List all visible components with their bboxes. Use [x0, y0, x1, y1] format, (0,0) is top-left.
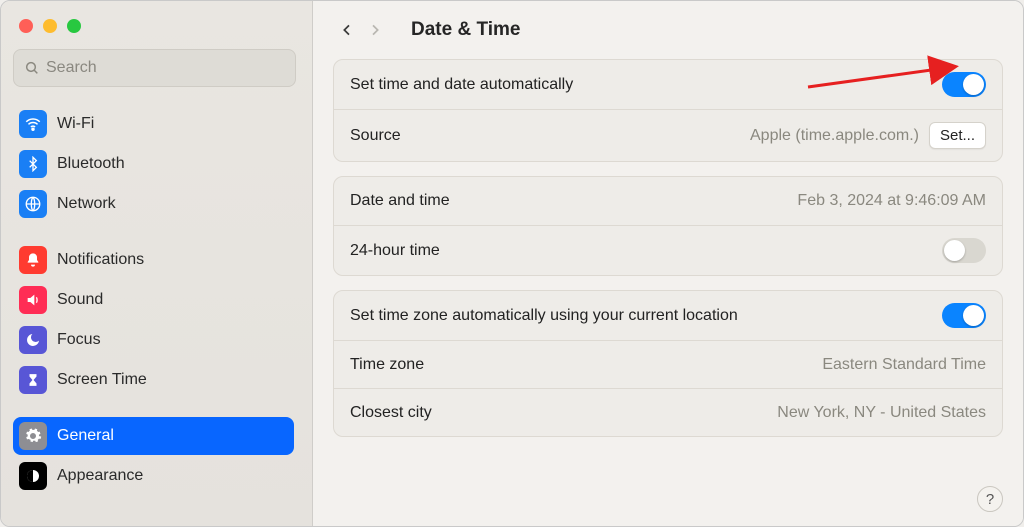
window-controls: [13, 13, 302, 47]
h24-label: 24-hour time: [350, 242, 440, 260]
sidebar-nav: Wi-Fi Bluetooth Network Notifications: [13, 103, 302, 526]
source-value: Apple (time.apple.com.): [750, 127, 919, 145]
minimize-window-button[interactable]: [43, 19, 57, 33]
content-pane: Date & Time Set time and date automatica…: [313, 1, 1023, 526]
panel-datetime: Date and time Feb 3, 2024 at 9:46:09 AM …: [333, 176, 1003, 276]
sidebar: Wi-Fi Bluetooth Network Notifications: [1, 1, 313, 526]
auto-time-toggle[interactable]: [942, 72, 986, 97]
city-value: New York, NY - United States: [777, 404, 986, 422]
tz-value: Eastern Standard Time: [822, 356, 986, 374]
moon-icon: [19, 326, 47, 354]
row-tz: Time zone Eastern Standard Time: [334, 340, 1002, 388]
page-title: Date & Time: [411, 19, 520, 41]
sidebar-label: Sound: [57, 291, 103, 309]
sidebar-label: Focus: [57, 331, 101, 349]
h24-toggle[interactable]: [942, 238, 986, 263]
appearance-icon: [19, 462, 47, 490]
globe-icon: [19, 190, 47, 218]
sidebar-label: Bluetooth: [57, 155, 125, 173]
sidebar-label: Notifications: [57, 251, 144, 269]
auto-time-label: Set time and date automatically: [350, 76, 573, 94]
sidebar-item-notifications[interactable]: Notifications: [13, 241, 294, 279]
search-icon: [24, 60, 40, 76]
sidebar-item-focus[interactable]: Focus: [13, 321, 294, 359]
zoom-window-button[interactable]: [67, 19, 81, 33]
settings-window: Wi-Fi Bluetooth Network Notifications: [0, 0, 1024, 527]
datetime-label: Date and time: [350, 192, 450, 210]
row-city: Closest city New York, NY - United State…: [334, 388, 1002, 436]
tz-label: Time zone: [350, 356, 424, 374]
auto-tz-label: Set time zone automatically using your c…: [350, 307, 738, 325]
search-field[interactable]: [13, 49, 296, 87]
row-24h: 24-hour time: [334, 225, 1002, 275]
close-window-button[interactable]: [19, 19, 33, 33]
back-button[interactable]: [333, 16, 361, 44]
sidebar-item-wifi[interactable]: Wi-Fi: [13, 105, 294, 143]
wifi-icon: [19, 110, 47, 138]
sidebar-item-appearance[interactable]: Appearance: [13, 457, 294, 495]
search-input[interactable]: [46, 59, 285, 77]
help-button[interactable]: ?: [977, 486, 1003, 512]
speaker-icon: [19, 286, 47, 314]
row-auto-tz: Set time zone automatically using your c…: [334, 291, 1002, 340]
sidebar-item-sound[interactable]: Sound: [13, 281, 294, 319]
row-auto-time: Set time and date automatically: [334, 60, 1002, 109]
city-label: Closest city: [350, 404, 432, 422]
sidebar-label: Screen Time: [57, 371, 147, 389]
sidebar-item-screentime[interactable]: Screen Time: [13, 361, 294, 399]
gear-icon: [19, 422, 47, 450]
content-header: Date & Time: [333, 13, 1003, 47]
row-datetime: Date and time Feb 3, 2024 at 9:46:09 AM: [334, 177, 1002, 225]
sidebar-label: General: [57, 427, 114, 445]
source-label: Source: [350, 127, 401, 145]
sidebar-item-general[interactable]: General: [13, 417, 294, 455]
panel-timezone: Set time zone automatically using your c…: [333, 290, 1003, 437]
bell-icon: [19, 246, 47, 274]
bluetooth-icon: [19, 150, 47, 178]
panel-source: Set time and date automatically Source A…: [333, 59, 1003, 162]
sidebar-label: Network: [57, 195, 116, 213]
set-source-button[interactable]: Set...: [929, 122, 986, 149]
chevron-right-icon: [367, 20, 383, 40]
hourglass-icon: [19, 366, 47, 394]
datetime-value: Feb 3, 2024 at 9:46:09 AM: [797, 192, 986, 210]
sidebar-label: Wi-Fi: [57, 115, 94, 133]
sidebar-label: Appearance: [57, 467, 143, 485]
sidebar-item-network[interactable]: Network: [13, 185, 294, 223]
auto-tz-toggle[interactable]: [942, 303, 986, 328]
forward-button[interactable]: [361, 16, 389, 44]
chevron-left-icon: [339, 20, 355, 40]
sidebar-item-bluetooth[interactable]: Bluetooth: [13, 145, 294, 183]
row-source: Source Apple (time.apple.com.) Set...: [334, 109, 1002, 161]
